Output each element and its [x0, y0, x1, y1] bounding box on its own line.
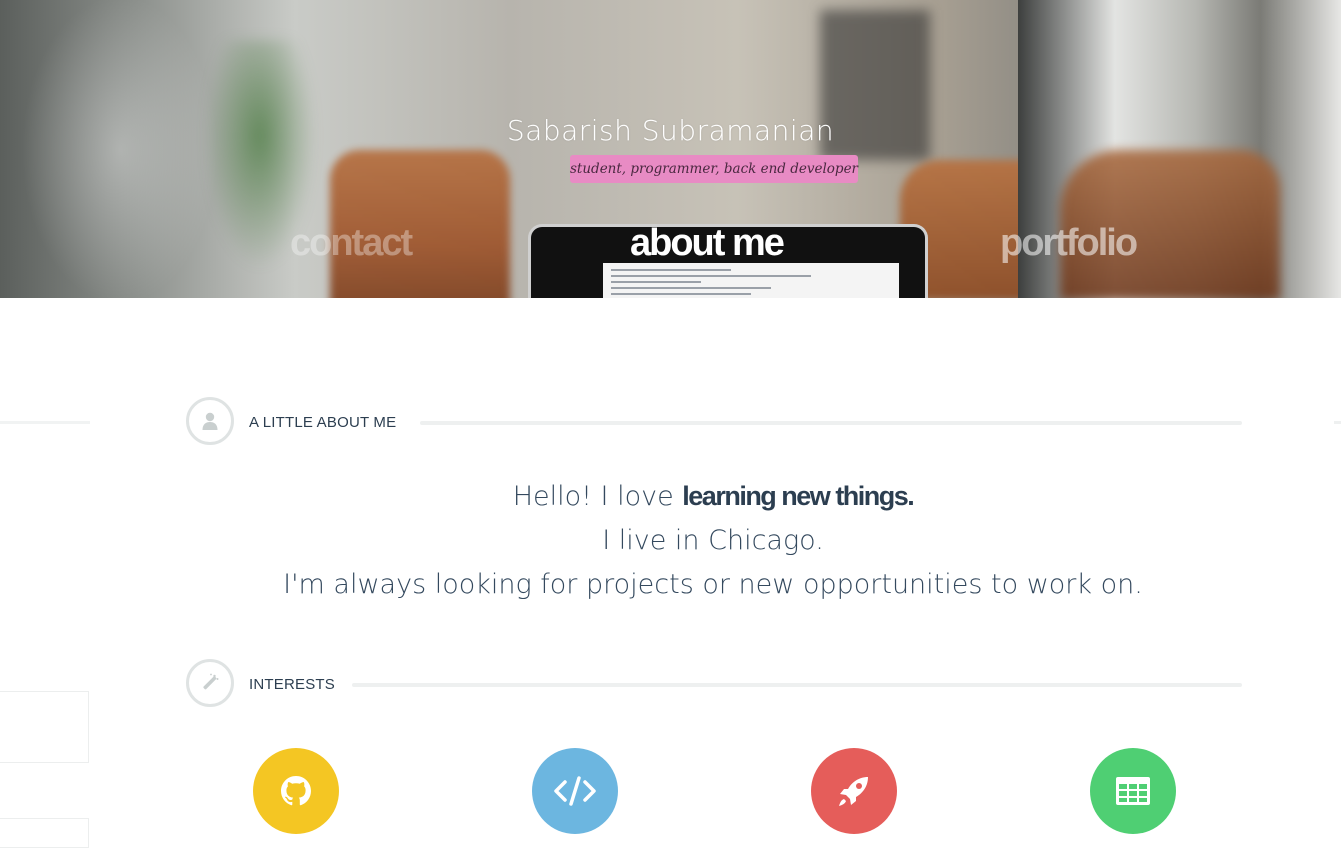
github-icon — [281, 776, 311, 806]
hero-tagline: student, programmer, back end developer — [570, 155, 858, 183]
section-divider — [420, 421, 1242, 425]
side-card — [0, 691, 89, 763]
table-icon — [1116, 777, 1150, 805]
magic-wand-icon — [186, 659, 234, 707]
laptop-screen — [603, 263, 899, 298]
nav-link-about-me[interactable]: about me — [630, 222, 785, 265]
user-icon — [186, 397, 234, 445]
about-location-line: I live in Chicago. — [602, 525, 824, 556]
section-title-about: A LITTLE ABOUT ME — [249, 414, 397, 431]
hero-name: Sabarish Subramanian — [506, 114, 835, 147]
side-divider — [0, 421, 90, 424]
hero-banner: Sabarish Subramanian student, programmer… — [0, 0, 1341, 298]
section-title-interests: INTERESTS — [249, 676, 335, 693]
rocket-icon — [839, 777, 868, 806]
about-intro-prefix: Hello! I love — [512, 481, 674, 512]
side-divider — [1334, 421, 1341, 424]
interest-code[interactable] — [532, 748, 618, 834]
about-intro-emphasis: learning new things. — [682, 481, 915, 511]
about-intro-line: Hello! I love learning new things. — [0, 481, 1341, 512]
interest-table[interactable] — [1090, 748, 1176, 834]
code-icon — [554, 776, 596, 806]
interest-rocket[interactable] — [811, 748, 897, 834]
nav-link-contact[interactable]: contact — [290, 222, 413, 265]
interest-github[interactable] — [253, 748, 339, 834]
about-opportunities-line: I'm always looking for projects or new o… — [283, 569, 1143, 600]
nav-link-portfolio[interactable]: portfolio — [1000, 222, 1138, 265]
side-card — [0, 818, 89, 848]
section-divider — [352, 683, 1242, 687]
